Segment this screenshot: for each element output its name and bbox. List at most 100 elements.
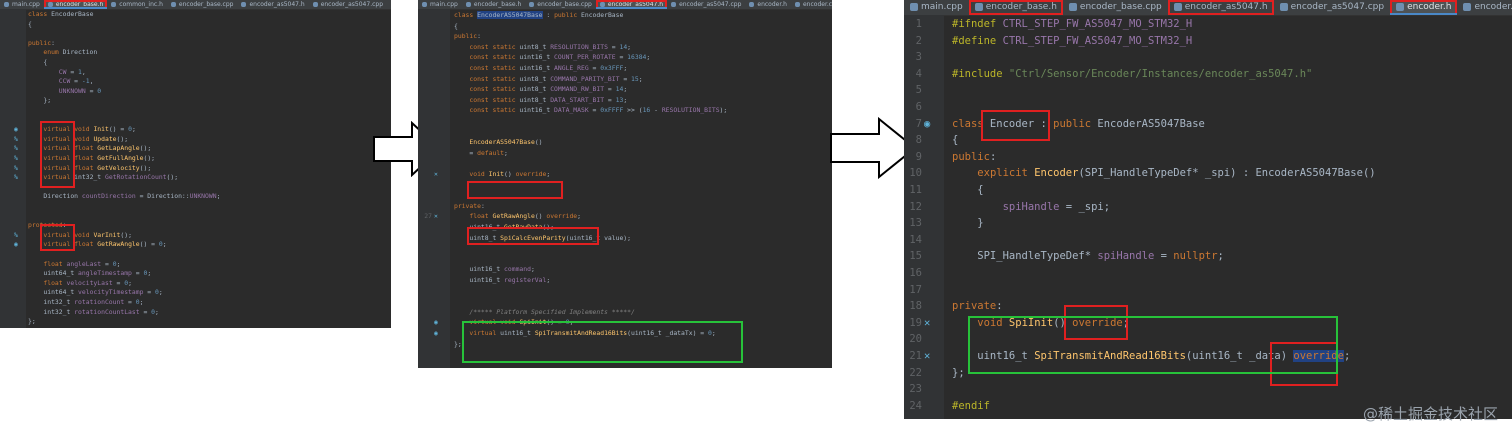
code-line[interactable]: virtual uint16_t SpiTransmitAndRead16Bit… (418, 328, 832, 339)
code-line[interactable]: uint64_t angleTimestamp = 0; (0, 269, 391, 279)
code-line[interactable]: 17 (904, 282, 1512, 299)
tab-encoder-base-h[interactable]: encoder_base.h (968, 0, 1063, 15)
override-gutter-icon[interactable]: % (14, 173, 18, 183)
override-gutter-icon[interactable]: ◉ (14, 240, 18, 250)
code-line[interactable]: const static uint8_t DATA_START_BIT = 13… (418, 95, 832, 106)
code-line[interactable] (0, 183, 391, 193)
code-line[interactable]: CCW = -1, (0, 77, 391, 87)
code-line[interactable]: 5 (904, 82, 1512, 99)
tab-encoder-as5047-cpp[interactable]: encoder_as5047.cpp (309, 0, 387, 9)
code-line[interactable] (0, 106, 391, 116)
code-line[interactable]: public: (0, 39, 391, 49)
override-gutter-icon[interactable]: ◉ (924, 116, 930, 133)
code-line[interactable]: 15 SPI_HandleTypeDef* spiHandle = nullpt… (904, 248, 1512, 265)
code-line[interactable]: uint64_t velocityTimestamp = 0; (0, 288, 391, 298)
code-line[interactable] (0, 212, 391, 222)
code-line[interactable]: int32_t rotationCountLast = 0; (0, 308, 391, 318)
override-gutter-icon[interactable]: % (14, 164, 18, 174)
code-line[interactable]: { (0, 20, 391, 30)
code-line[interactable] (418, 190, 832, 201)
tab-encoder-as5047-cpp[interactable]: encoder_as5047.cpp (667, 0, 745, 9)
code-line[interactable] (0, 202, 391, 212)
code-line[interactable]: 2 #define CTRL_STEP_FW_AS5047_MO_STM32_H (904, 33, 1512, 50)
code-line[interactable]: const static uint8_t RESOLUTION_BITS = 1… (418, 42, 832, 53)
code-line[interactable]: = default; (418, 148, 832, 159)
code-line[interactable]: 27 float GetRawAngle() override; ✕ (418, 211, 832, 222)
tab-encoder-h[interactable]: encoder.h (1390, 0, 1458, 15)
code-line[interactable]: }; (0, 317, 391, 327)
code-line[interactable]: protected: (0, 221, 391, 231)
code-line[interactable]: 12 spiHandle = _spi; (904, 199, 1512, 216)
code-line[interactable]: const static uint8_t COMMAND_PARITY_BIT … (418, 74, 832, 85)
code-line[interactable]: public: (418, 31, 832, 42)
override-gutter-icon[interactable]: % (14, 231, 18, 241)
override-gutter-icon[interactable]: ✕ (434, 211, 438, 222)
code-line[interactable]: 9 public: (904, 149, 1512, 166)
code-line[interactable]: }; (418, 339, 832, 350)
code-line[interactable]: int32_t rotationCount = 0; (0, 298, 391, 308)
code-line[interactable]: 11 { (904, 182, 1512, 199)
code-line[interactable] (418, 180, 832, 191)
tab-encoder-h[interactable]: encoder.h (745, 0, 791, 9)
tab-main-cpp[interactable]: main.cpp (904, 0, 969, 15)
override-gutter-icon[interactable]: % (14, 135, 18, 145)
tab-encoder-as5047-h[interactable]: encoder_as5047.h (595, 0, 668, 9)
code-line[interactable]: virtual void SpiInit() = 0; ◉ (418, 317, 832, 328)
tab-encoder-base-cpp[interactable]: encoder_base.cpp (167, 0, 238, 9)
code-line[interactable]: uint8_t SpiCalcEvenParity(uint16_t value… (418, 233, 832, 244)
code-line[interactable]: EncoderAS5047Base() (418, 137, 832, 148)
override-gutter-icon[interactable]: ✕ (924, 348, 930, 365)
code-line[interactable]: virtual float GetVelocity();% (0, 164, 391, 174)
tab-encoder-as5047-h[interactable]: encoder_as5047.h (1167, 0, 1274, 15)
code-line[interactable]: 16 (904, 265, 1512, 282)
code-line[interactable]: virtual int32_t GetRotationCount();% (0, 173, 391, 183)
code-line[interactable]: CW = 1, (0, 68, 391, 78)
code-line[interactable]: virtual float GetFullAngle();% (0, 154, 391, 164)
code-line[interactable] (0, 29, 391, 39)
code-line[interactable]: 10 explicit Encoder(SPI_HandleTypeDef* _… (904, 165, 1512, 182)
code-line[interactable]: uint16_t command; (418, 264, 832, 275)
tab-main-cpp[interactable]: main.cpp (0, 0, 44, 9)
code-line[interactable]: 7 class Encoder : public EncoderAS5047Bas… (904, 116, 1512, 133)
tab-encoder-base-h[interactable]: encoder_base.h (43, 0, 108, 9)
code-line[interactable]: 3 (904, 49, 1512, 66)
code-line[interactable]: virtual void VarInit();% (0, 231, 391, 241)
code-line[interactable] (418, 116, 832, 127)
code-line[interactable]: /***** Platform Specified Implements ***… (418, 307, 832, 318)
tab-encoder-base-cpp[interactable]: encoder_base.cpp (1063, 0, 1168, 15)
code-line[interactable]: virtual void Init() = 0; ◉ (0, 125, 391, 135)
code-line[interactable]: const static uint16_t ANGLE_REG = 0x3FFF… (418, 63, 832, 74)
code-line[interactable]: 19 void SpiInit() override; ✕ (904, 315, 1512, 332)
tab-encoder-base-cpp[interactable]: encoder_base.cpp (525, 0, 596, 9)
code-line[interactable]: virtual float GetRawAngle() = 0; ◉ (0, 240, 391, 250)
code-line[interactable]: 6 (904, 99, 1512, 116)
code-line[interactable]: 13 } (904, 215, 1512, 232)
code-line[interactable]: 21 uint16_t SpiTransmitAndRead16Bits(uin… (904, 348, 1512, 365)
code-line[interactable]: UNKNOWN = 0 (0, 87, 391, 97)
code-line[interactable]: uint16_t GetRawData(); (418, 222, 832, 233)
tab-encoder-cpp[interactable]: encoder.cpp (1457, 0, 1512, 15)
code-line[interactable]: float angleLast = 0; (0, 260, 391, 270)
code-line[interactable]: virtual void Update();% (0, 135, 391, 145)
code-line[interactable]: float velocityLast = 0; (0, 279, 391, 289)
code-line[interactable]: }; (0, 96, 391, 106)
code-line[interactable]: private: (418, 201, 832, 212)
code-line[interactable] (0, 116, 391, 126)
tab-encoder-as5047-cpp[interactable]: encoder_as5047.cpp (1274, 0, 1391, 15)
override-gutter-icon[interactable]: ✕ (924, 315, 930, 332)
code-line[interactable]: 8{ (904, 132, 1512, 149)
tab-encoder-base-h[interactable]: encoder_base.h (462, 0, 525, 9)
override-gutter-icon[interactable]: ◉ (434, 328, 438, 339)
code-line[interactable]: enum Direction (0, 48, 391, 58)
code-line[interactable]: { (418, 21, 832, 32)
code-line[interactable]: class EncoderAS5047Base : public Encoder… (418, 10, 832, 21)
code-line[interactable]: 4 #include "Ctrl/Sensor/Encoder/Instances… (904, 66, 1512, 83)
tab-encoder-h[interactable]: encoder.h (387, 0, 391, 9)
override-gutter-icon[interactable]: ◉ (14, 125, 18, 135)
override-gutter-icon[interactable]: ✕ (434, 169, 438, 180)
code-line[interactable]: const static uint16_t COUNT_PER_ROTATE =… (418, 52, 832, 63)
code-line[interactable]: 14 (904, 232, 1512, 249)
code-line[interactable] (0, 250, 391, 260)
tab-common-inc-h[interactable]: common_inc.h (107, 0, 167, 9)
code-line[interactable] (418, 296, 832, 307)
